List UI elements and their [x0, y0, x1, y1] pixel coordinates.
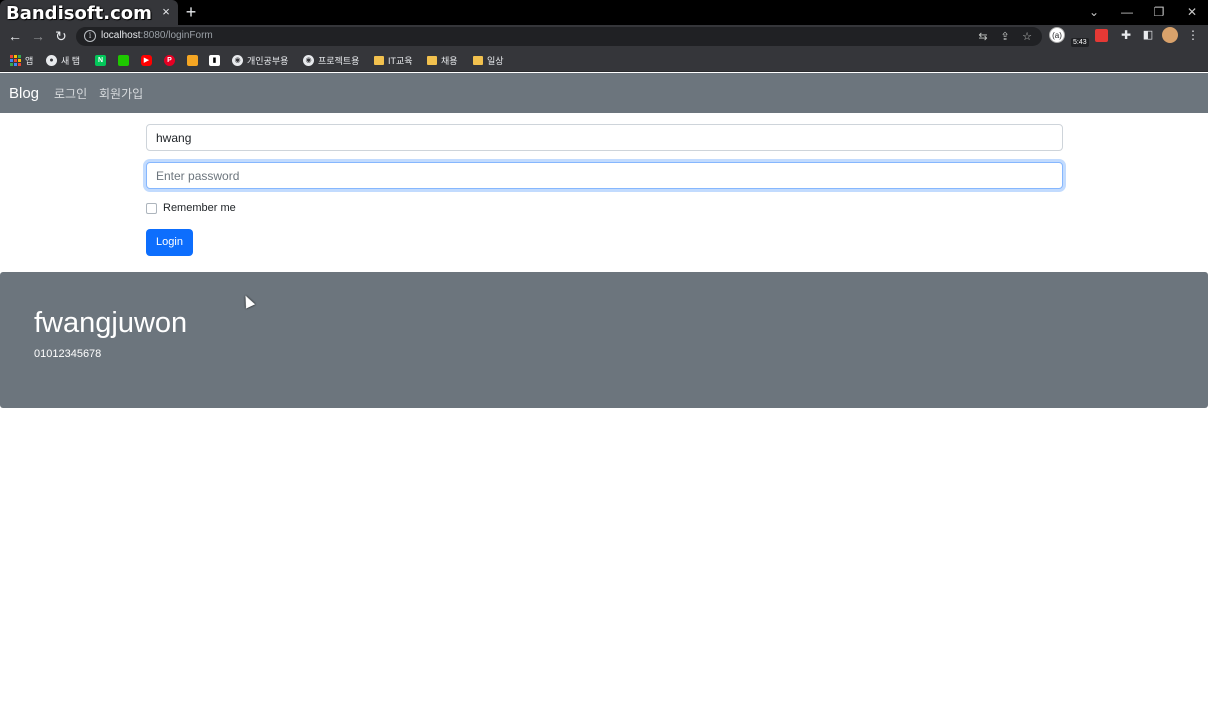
bookmark-folder-it[interactable]: IT교육 [374, 52, 413, 68]
side-panel-icon[interactable]: ◧ [1140, 27, 1156, 43]
tab-search-icon[interactable]: ⌄ [1079, 2, 1109, 22]
login-button[interactable]: Login [146, 229, 193, 256]
footer-jumbotron: fwangjuwon 01012345678 [0, 272, 1208, 408]
bookmarks-bar: 앱 ● 새 탭 N ▶ P ▮ ◉ 개인공부용 ◉ 프로젝트용 IT교육 채용 … [0, 48, 1208, 72]
folder-icon [473, 55, 483, 65]
trello-icon: ▮ [209, 54, 220, 66]
remember-me-label[interactable]: Remember me [163, 202, 236, 214]
bookmark-orange[interactable] [187, 52, 198, 68]
reload-icon[interactable]: ↻ [52, 27, 70, 45]
site-navbar: Blog 로그인 회원가입 [0, 73, 1208, 113]
extension-red-icon[interactable] [1095, 29, 1108, 42]
bookmark-apps[interactable]: 앱 [10, 52, 33, 68]
forward-icon[interactable]: → [29, 27, 47, 45]
watermark-text: Bandisoft.com [6, 3, 152, 24]
close-window-icon[interactable]: ✕ [1177, 2, 1207, 22]
remember-me-row[interactable]: Remember me [146, 202, 236, 214]
folder-icon [427, 55, 437, 65]
translate-icon[interactable]: ⇆ [976, 30, 990, 44]
url-text: localhost:8080/loginForm [101, 30, 213, 41]
naver-green-icon [118, 54, 129, 66]
bookmark-pinterest[interactable]: P [164, 52, 175, 68]
site-info-icon[interactable]: i [84, 30, 96, 42]
restore-icon[interactable]: ❐ [1144, 2, 1174, 22]
remember-me-checkbox[interactable] [146, 202, 157, 214]
nav-link-signup[interactable]: 회원가입 [99, 85, 143, 102]
github-icon: ◉ [303, 54, 314, 66]
extensions-puzzle-icon[interactable]: ✚ [1118, 27, 1134, 43]
menu-kebab-icon[interactable]: ⋮ [1185, 27, 1201, 43]
bookmark-trello[interactable]: ▮ [209, 52, 220, 68]
bookmark-naver[interactable]: N [95, 52, 106, 68]
address-bar[interactable]: i localhost:8080/loginForm ⇆ ⇪ ☆ [76, 27, 1042, 46]
pinterest-icon: P [164, 54, 175, 66]
bookmark-naver-2[interactable] [118, 52, 129, 68]
apps-grid-icon [10, 54, 21, 66]
footer-title: fwangjuwon [34, 307, 188, 339]
navbar-brand[interactable]: Blog [9, 85, 39, 102]
bookmark-star-icon[interactable]: ☆ [1020, 30, 1034, 44]
share-icon[interactable]: ⇪ [998, 30, 1012, 44]
nav-link-login[interactable]: 로그인 [54, 85, 87, 102]
orange-site-icon [187, 54, 198, 66]
username-input[interactable] [146, 124, 1063, 151]
bookmark-folder-hiring[interactable]: 채용 [427, 52, 458, 68]
extension-a-icon[interactable]: (a) [1049, 27, 1065, 43]
minimize-icon[interactable]: — [1112, 2, 1142, 22]
tab-close-icon[interactable]: × [158, 3, 174, 21]
new-tab-icon[interactable]: + [182, 2, 200, 22]
profile-avatar[interactable] [1162, 27, 1178, 43]
globe-icon: ● [46, 54, 57, 66]
page-viewport: Blog 로그인 회원가입 Remember me Login fwangjuw… [0, 73, 1208, 720]
bookmark-youtube[interactable]: ▶ [141, 52, 152, 68]
password-input[interactable] [146, 162, 1063, 189]
folder-icon [374, 55, 384, 65]
github-icon: ◉ [232, 54, 243, 66]
back-icon[interactable]: ← [6, 27, 24, 45]
footer-phone: 01012345678 [34, 348, 102, 360]
bookmark-project[interactable]: ◉ 프로젝트용 [303, 52, 359, 68]
bookmark-folder-daily[interactable]: 일상 [473, 52, 504, 68]
youtube-icon: ▶ [141, 54, 152, 66]
bookmark-new-tab[interactable]: ● 새 탭 [46, 52, 80, 68]
browser-tabstrip: × Bandisoft.com + ⌄ — ❐ ✕ [0, 0, 1208, 25]
naver-icon: N [95, 54, 106, 66]
browser-toolbar: ← → ↻ i localhost:8080/loginForm ⇆ ⇪ ☆ [0, 25, 1208, 48]
bookmark-personal-study[interactable]: ◉ 개인공부용 [232, 52, 288, 68]
extension-timer-badge: 5:43 [1071, 38, 1089, 47]
